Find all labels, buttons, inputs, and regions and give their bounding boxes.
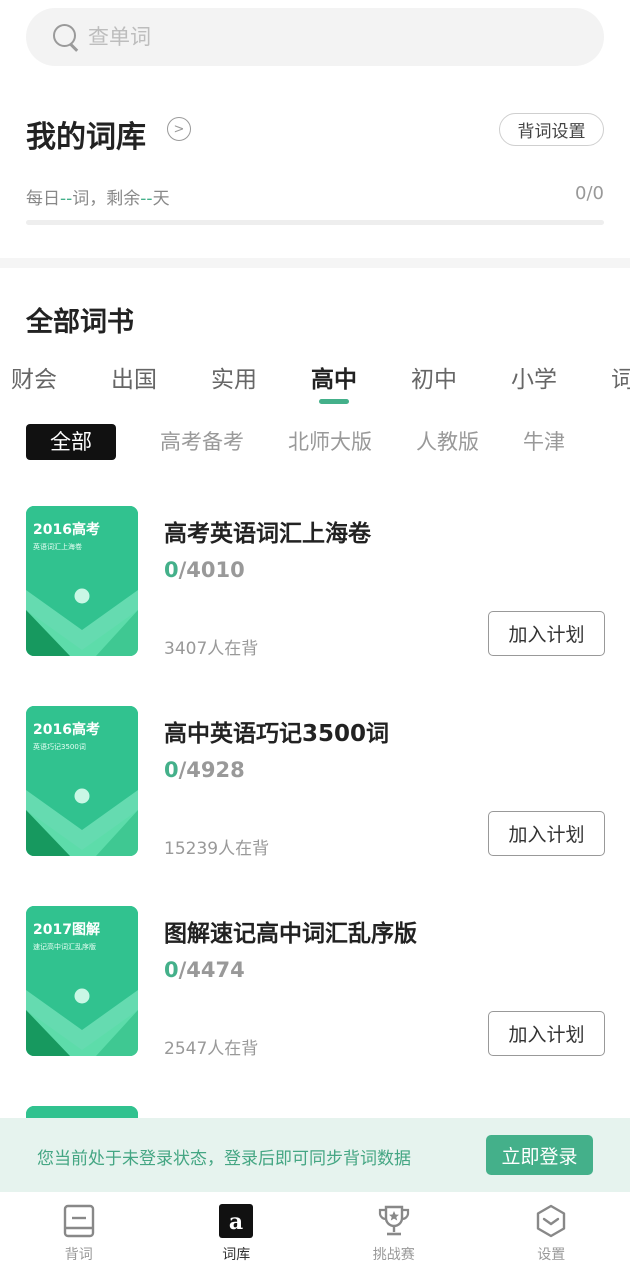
add-to-plan-button[interactable]: 加入计划 [488, 611, 605, 656]
add-to-plan-button[interactable]: 加入计划 [488, 1011, 605, 1056]
category-tab[interactable]: 财会 [0, 362, 84, 398]
word-settings-button[interactable]: 背词设置 [499, 113, 604, 146]
learner-count: 15239人在背 [164, 839, 270, 859]
daily-plan-text: 每日--词，剩余--天 [26, 189, 170, 209]
progress-count: 0/0 [575, 183, 604, 204]
subcategory-tab[interactable]: 人教版 [416, 424, 479, 460]
book-cover[interactable]: 2016高考英语巧记3500词 [26, 706, 138, 856]
book-item[interactable]: 2017图解 速记高中词汇乱序版 图解速记高中词汇乱序版 0/4474 2547人在背加… [0, 906, 630, 1076]
library-a-icon: a [219, 1204, 254, 1238]
nav-label: 挑战赛 [372, 1247, 415, 1263]
book-cover-art [26, 1106, 138, 1118]
category-tab[interactable]: 初中 [384, 362, 484, 398]
all-books-title: 全部词书 [26, 307, 134, 338]
category-tab[interactable]: 高中 [284, 362, 384, 404]
category-tab[interactable]: 实用 [184, 362, 284, 398]
section-divider [0, 258, 630, 268]
add-to-plan-button[interactable]: 加入计划 [488, 811, 605, 856]
category-tab[interactable]: 词典 [584, 362, 630, 398]
book-progress: 0/4474 [164, 958, 245, 982]
my-library-title[interactable]: 我的词库 [26, 112, 146, 156]
svg-text:a: a [229, 1209, 243, 1235]
cover-year: 2017图解 [33, 922, 100, 938]
subcategory-tab[interactable]: 高考备考 [160, 424, 244, 460]
book-progress: 0/4010 [164, 558, 245, 582]
trophy-icon [378, 1205, 409, 1236]
nav-label: 设置 [537, 1247, 566, 1263]
book-title[interactable]: 高中英语巧记3500词 [164, 714, 389, 748]
subcategory-tab[interactable]: 牛津 [523, 424, 565, 460]
login-banner: 您当前处于未登录状态，登录后即可同步背词数据 立即登录 [0, 1118, 630, 1192]
search-bar[interactable] [26, 8, 604, 66]
nav-item[interactable]: 设置 [473, 1192, 630, 1280]
book-cover[interactable]: 2017图解速记高中词汇乱序版 [26, 906, 138, 1056]
book-title[interactable]: 图解速记高中词汇乱序版 [164, 914, 417, 948]
nav-item[interactable]: 挑战赛 [315, 1192, 473, 1280]
settings-hexagon-icon [537, 1204, 566, 1238]
book-cover[interactable]: 2016高考英语词汇上海卷 [26, 506, 138, 656]
nav-item[interactable]: a 词库 [158, 1192, 316, 1280]
chevron-right-icon[interactable]: > [167, 117, 191, 141]
book-item[interactable]: 图解速记高中词汇正序版 [0, 1106, 630, 1118]
book-icon [63, 1204, 94, 1238]
library-progress-bar [26, 220, 604, 225]
book-progress: 0/4928 [164, 758, 245, 782]
login-banner-text: 您当前处于未登录状态，登录后即可同步背词数据 [37, 1149, 411, 1169]
search-icon [52, 23, 80, 51]
book-cover[interactable] [26, 1106, 138, 1118]
cover-year: 2016高考 [33, 522, 100, 538]
cover-subtitle: 英语词汇上海卷 [33, 543, 82, 551]
book-title[interactable]: 高考英语词汇上海卷 [164, 514, 371, 548]
book-list[interactable]: 2016高考 英语词汇上海卷 高考英语词汇上海卷 0/4010 3407人在背 加入计划 2… [0, 506, 630, 1118]
learner-count: 2547人在背 [164, 1039, 259, 1059]
nav-label: 背词 [64, 1247, 93, 1263]
nav-item[interactable]: 背词 [0, 1192, 158, 1280]
search-input[interactable] [88, 25, 488, 49]
book-item[interactable]: 2016高考 英语词汇上海卷 高考英语词汇上海卷 0/4010 3407人在背 加入计划 [0, 506, 630, 676]
subcategory-tab[interactable]: 北师大版 [288, 424, 372, 460]
category-tabs[interactable]: 财会出国实用高中初中小学词典 [0, 362, 630, 412]
cover-subtitle: 英语巧记3500词 [33, 743, 86, 751]
nav-label: 词库 [222, 1247, 251, 1263]
learner-count: 3407人在背 [164, 639, 259, 659]
category-tab[interactable]: 小学 [484, 362, 584, 398]
book-item[interactable]: 2016高考 英语巧记3500词 高中英语巧记3500词 0/4928 15239人在背… [0, 706, 630, 876]
subcategory-tab[interactable]: 全部 [26, 424, 116, 460]
bottom-nav: 背词 a 词库 挑战赛 设置 [0, 1192, 630, 1280]
cover-year: 2016高考 [33, 722, 100, 738]
category-tab[interactable]: 出国 [84, 362, 184, 398]
cover-subtitle: 速记高中词汇乱序版 [33, 943, 96, 951]
subcategory-tabs[interactable]: 全部 高考备考 北师大版 人教版 牛津 [0, 424, 630, 464]
login-now-button[interactable]: 立即登录 [486, 1135, 593, 1175]
